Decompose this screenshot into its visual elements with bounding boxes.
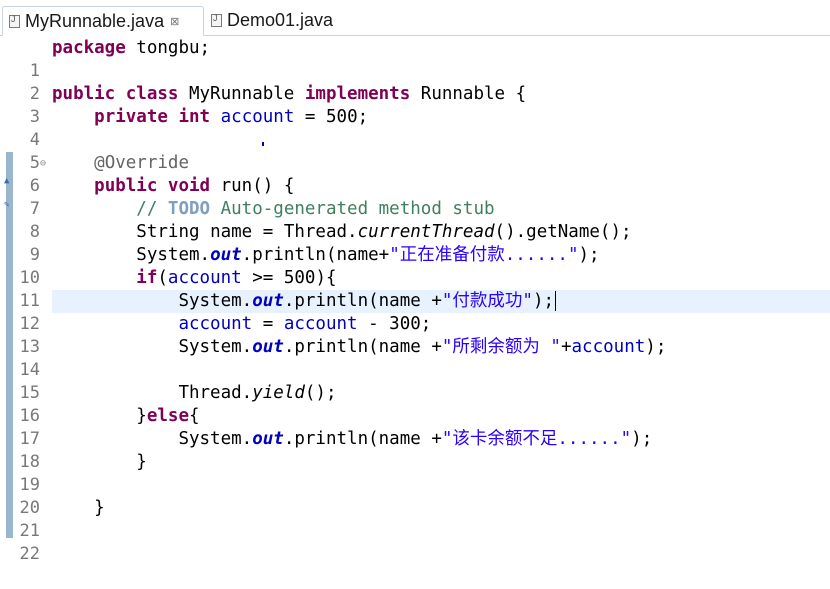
fold-toggle-icon[interactable]: ⊖ <box>40 152 46 175</box>
code-editor[interactable]: ▲ ✎ 1 package tongbu; 2 3 public class M… <box>0 36 830 564</box>
code-line: 3 public class MyRunnable implements Run… <box>0 83 830 127</box>
code-line: 2 <box>0 60 830 104</box>
code-line: 22 <box>0 520 830 564</box>
editor-tab-bar: MyRunnable.java ⊠ Demo01.java <box>0 0 830 36</box>
close-icon[interactable]: ⊠ <box>170 15 179 28</box>
code-line: 21 } <box>0 497 830 541</box>
code-line: 17 }else{ <box>0 405 830 449</box>
tab-label: MyRunnable.java <box>25 10 165 31</box>
code-line: 8 // TODO Auto-generated method stub <box>0 198 830 242</box>
code-line: 5 <box>0 129 830 173</box>
code-line: 19 } <box>0 451 830 495</box>
code-line: 11 if(account >= 500){ <box>0 267 830 311</box>
code-line: 10 System.out.println(name+"正在准备付款......… <box>0 244 830 288</box>
code-line: 9 String name = Thread.currentThread().g… <box>0 221 830 265</box>
code-line: 14 System.out.println(name +"所剩余额为 "+acc… <box>0 336 830 380</box>
code-line: 20 <box>0 474 830 518</box>
java-file-icon <box>211 13 222 27</box>
code-line: 15 <box>0 359 830 403</box>
code-line: 16 Thread.yield(); <box>0 382 830 426</box>
tab-label: Demo01.java <box>227 9 334 30</box>
java-file-icon <box>9 14 20 28</box>
code-line: 13 account = account - 300; <box>0 313 830 357</box>
tab-myrunnable[interactable]: MyRunnable.java ⊠ <box>2 6 204 36</box>
code-line: 4 private int account = 500; <box>0 106 830 150</box>
code-line: 12 System.out.println(name +"付款成功"); <box>0 290 830 334</box>
code-line: 6 ⊖ @Override <box>0 152 830 196</box>
tab-demo01[interactable]: Demo01.java <box>205 6 345 34</box>
line-number: 22 <box>19 544 40 564</box>
code-line: 1 package tongbu; <box>0 37 830 81</box>
text-cursor <box>555 291 557 311</box>
code-line: 7 public void run() { <box>0 175 830 219</box>
occurrence-marker <box>262 142 264 146</box>
code-line: 18 System.out.println(name +"该卡余额不足.....… <box>0 428 830 472</box>
